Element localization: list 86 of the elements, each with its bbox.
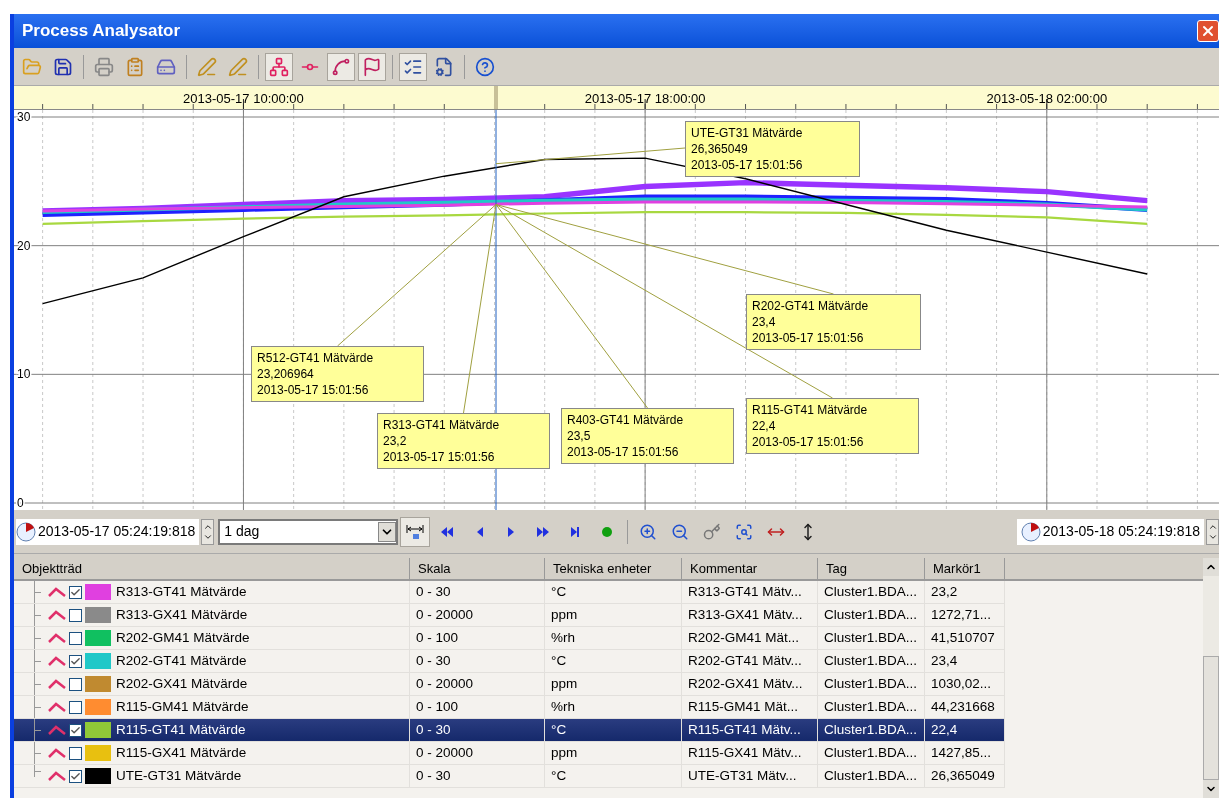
table-cell: ppm (545, 673, 682, 696)
callout-title: R115-GT41 Mätvärde (752, 402, 869, 418)
table-cell-text: UTE-GT31 Mätvärde (116, 766, 242, 785)
table-cell-text: R115-GX41 Mätvärde (116, 743, 247, 762)
table-row[interactable]: R202-GX41 Mätvärde 0 - 20000 ppm R202-GX41 Mätv... Cluster1.BDA... 1030,02... (14, 673, 1005, 696)
table-cell: ppm (545, 604, 682, 627)
table-cell: 22,4 (925, 719, 1005, 742)
table-cell: R313-GT41 Mätv... (682, 581, 818, 604)
table-cell: 41,510707 (925, 627, 1005, 650)
table-row[interactable]: R313-GX41 Mätvärde 0 - 20000 ppm R313-GX41 Mätv... Cluster1.BDA... 1272,71... (14, 604, 1005, 627)
table-cell: Cluster1.BDA... (818, 742, 925, 765)
callout-text: 26,365049 2013-05-17 15:01:56 (691, 141, 804, 173)
table-cell: R202-GM41 Mät... (682, 627, 818, 650)
axis-label: 2013-05-17 10:00:00 (183, 90, 304, 108)
axis-label: 2013-05-17 18:00:00 (584, 90, 706, 108)
axis-label: 10 (17, 367, 31, 382)
table-cell: 23,4 (925, 650, 1005, 673)
callout-text: 23,5 2013-05-17 15:01:56 (567, 428, 680, 460)
table-cell: R202-GT41 Mätv... (682, 650, 818, 673)
callout-text: 23,206964 2013-05-17 15:01:56 (257, 366, 370, 398)
table-cell: °C (545, 765, 682, 788)
column-header[interactable]: Markör1 (925, 558, 1005, 579)
table-cell: 0 - 20000 (410, 742, 545, 765)
table-cell: 1272,71... (925, 604, 1005, 627)
table-cell: R115-GT41 Mätv... (682, 719, 818, 742)
table-row[interactable]: R115-GT41 Mätvärde 0 - 30 °C R115-GT41 Mätv... Cluster1.BDA... 22,4 (14, 719, 1005, 742)
axis-label: 2013-05-18 02:00:00 (986, 90, 1108, 108)
table-cell: 0 - 30 (410, 650, 545, 673)
callout-text: 23,4 2013-05-17 15:01:56 (752, 314, 865, 346)
column-header[interactable]: Skala (410, 558, 545, 579)
table-cell: 1030,02... (925, 673, 1005, 696)
table-cell: Cluster1.BDA... (818, 604, 925, 627)
table-cell: Cluster1.BDA... (818, 627, 925, 650)
table-cell: 23,2 (925, 581, 1005, 604)
table-cell: R202-GX41 Mätv... (682, 673, 818, 696)
callout-title: R512-GT41 Mätvärde (257, 350, 375, 366)
axis-label: 20 (17, 238, 31, 253)
callout-text: 23,2 2013-05-17 15:01:56 (383, 433, 496, 465)
table-row[interactable]: R115-GX41 Mätvärde 0 - 20000 ppm R115-GX41 Mätv... Cluster1.BDA... 1427,85... (14, 742, 1005, 765)
table-cell: %rh (545, 627, 682, 650)
table-cell: 1427,85... (925, 742, 1005, 765)
callout-title: UTE-GT31 Mätvärde (691, 125, 804, 141)
table-cell-text: R313-GT41 Mätvärde (116, 582, 247, 601)
table-cell: Cluster1.BDA... (818, 765, 925, 788)
column-header[interactable]: Kommentar (682, 558, 818, 579)
table-cell: 26,365049 (925, 765, 1005, 788)
table-cell: 0 - 30 (410, 719, 545, 742)
table-row[interactable]: R202-GM41 Mätvärde 0 - 100 %rh R202-GM41 Mät... Cluster1.BDA... 41,510707 (14, 627, 1005, 650)
window-title: Process Analysator (22, 20, 181, 43)
callout-text: 22,4 2013-05-17 15:01:56 (752, 418, 865, 450)
callout-title: R313-GT41 Mätvärde (383, 417, 501, 433)
table-cell: 0 - 20000 (410, 604, 545, 627)
table-cell: Cluster1.BDA... (818, 650, 925, 673)
table-cell: ppm (545, 742, 682, 765)
table-cell: UTE-GT31 Mätv... (682, 765, 818, 788)
axis-label: 30 (17, 110, 31, 124)
table-row[interactable]: R313-GT41 Mätvärde 0 - 30 °C R313-GT41 Mätv... Cluster1.BDA... 23,2 (14, 581, 1005, 604)
table-cell-text: R202-GM41 Mätvärde (116, 628, 250, 647)
span-dropdown[interactable]: 1 dag (218, 518, 399, 545)
table-cell-text: R202-GX41 Mätvärde (116, 674, 248, 693)
table-cell: 0 - 30 (410, 765, 545, 788)
table-cell-text: R115-GT41 Mätvärde (116, 720, 246, 739)
table-cell: Cluster1.BDA... (818, 719, 925, 742)
column-header[interactable]: Tekniska enheter (545, 558, 682, 579)
table-cell: °C (545, 581, 682, 604)
table-cell: Cluster1.BDA... (818, 581, 925, 604)
end-time-field[interactable]: 2013-05-18 05:24:19:818 (1016, 518, 1204, 545)
table-cell-text: R313-GX41 Mätvärde (116, 605, 248, 624)
callout-title: R202-GT41 Mätvärde (752, 298, 870, 314)
axis-label: 0 (17, 496, 24, 510)
table-row[interactable]: R202-GT41 Mätvärde 0 - 30 °C R202-GT41 Mätv... Cluster1.BDA... 23,4 (14, 650, 1005, 673)
table-cell: °C (545, 719, 682, 742)
table-cell: 0 - 100 (410, 627, 545, 650)
callout-title: R403-GT41 Mätvärde (567, 412, 685, 428)
table-cell: Cluster1.BDA... (818, 673, 925, 696)
table-cell-text: R202-GT41 Mätvärde (116, 651, 247, 670)
table-cell: R115-GX41 Mätv... (682, 742, 818, 765)
column-header[interactable]: Objektträd (14, 558, 410, 579)
column-header[interactable]: Tag (818, 558, 925, 579)
table-cell: 0 - 20000 (410, 673, 545, 696)
table-cell-text: R115-GM41 Mätvärde (116, 697, 249, 716)
start-time-field[interactable]: 2013-05-17 05:24:19:818 (16, 518, 200, 545)
table-cell: R313-GX41 Mätv... (682, 604, 818, 627)
table-cell: °C (545, 650, 682, 673)
table-cell: 0 - 30 (410, 581, 545, 604)
table-row[interactable]: UTE-GT31 Mätvärde 0 - 30 °C UTE-GT31 Mätv... Cluster1.BDA... 26,365049 (14, 765, 1005, 788)
